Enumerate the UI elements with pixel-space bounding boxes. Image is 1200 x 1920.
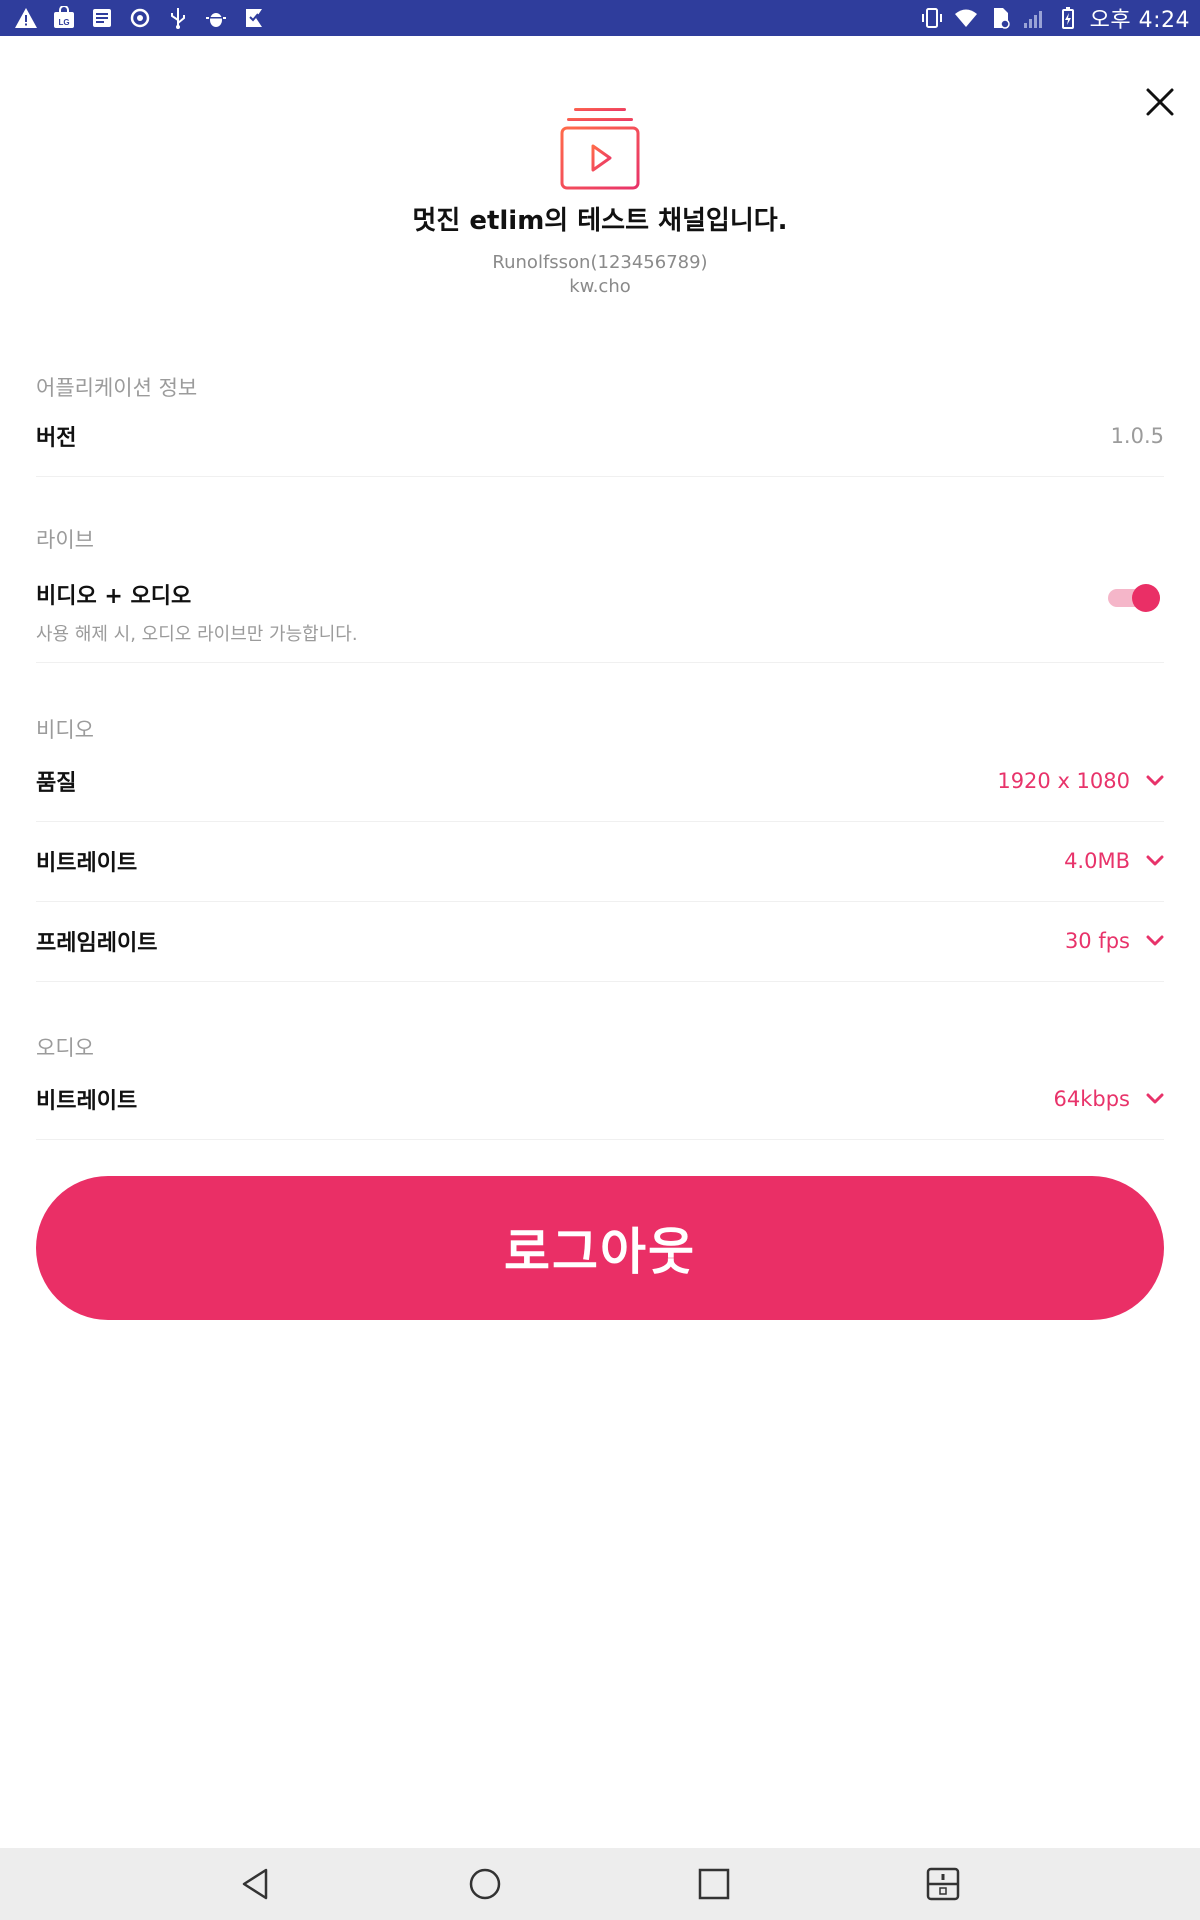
channel-title: 멋진 etlim의 테스트 채널입니다. xyxy=(412,206,788,236)
recents-icon xyxy=(698,1868,730,1900)
video-bitrate-dropdown[interactable]: 4.0MB xyxy=(1064,849,1164,873)
framerate-dropdown[interactable]: 30 fps xyxy=(1065,929,1164,953)
status-bar-system: 오후 4:24 xyxy=(920,0,1190,36)
back-icon xyxy=(242,1868,268,1900)
section-title-audio: 오디오 xyxy=(36,1036,94,1060)
audio-bitrate-dropdown[interactable]: 64kbps xyxy=(1054,1087,1164,1111)
video-audio-row: 비디오 + 오디오 사용 해제 시, 오디오 라이브만 가능합니다. xyxy=(36,562,1164,663)
document-icon xyxy=(90,6,114,30)
chevron-down-icon xyxy=(1146,775,1164,787)
video-bitrate-value: 4.0MB xyxy=(1064,849,1130,873)
video-audio-toggle[interactable] xyxy=(1104,580,1164,616)
video-bitrate-label: 비트레이트 xyxy=(36,851,138,876)
chevron-down-icon xyxy=(1146,855,1164,867)
lg-store-icon: LG xyxy=(52,6,76,30)
recents-button[interactable] xyxy=(692,1862,736,1906)
back-button[interactable] xyxy=(234,1862,278,1906)
warning-icon xyxy=(14,6,38,30)
framerate-value: 30 fps xyxy=(1064,929,1130,953)
usb-icon xyxy=(166,6,190,30)
split-screen-icon xyxy=(926,1867,960,1901)
close-icon xyxy=(1146,88,1174,116)
video-channel-icon xyxy=(560,106,640,190)
chevron-down-icon xyxy=(1146,1093,1164,1105)
vibrate-icon xyxy=(920,6,944,30)
sim-icon xyxy=(988,6,1012,30)
battery-icon xyxy=(1056,6,1080,30)
logout-button[interactable]: 로그아웃 xyxy=(36,1176,1164,1320)
framerate-row[interactable]: 프레임레이트 30 fps xyxy=(36,901,1164,982)
status-bar-notifications: LG xyxy=(0,0,266,36)
framerate-label: 프레임레이트 xyxy=(36,931,158,956)
chevron-down-icon xyxy=(1146,935,1164,947)
version-value: 1.0.5 xyxy=(1110,424,1164,448)
bookmark-check-icon xyxy=(242,6,266,30)
user-id: kw.cho xyxy=(569,276,631,297)
section-title-video: 비디오 xyxy=(36,718,94,742)
close-button[interactable] xyxy=(1138,80,1182,124)
home-icon xyxy=(469,1868,501,1900)
android-debug-icon xyxy=(204,6,228,30)
version-label: 버전 xyxy=(36,426,77,451)
status-time: 오후 4:24 xyxy=(1089,8,1190,33)
wifi-icon xyxy=(954,6,978,30)
navigation-bar xyxy=(0,1848,1200,1920)
video-bitrate-row[interactable]: 비트레이트 4.0MB xyxy=(36,821,1164,902)
sync-icon xyxy=(128,6,152,30)
quality-value: 1920 x 1080 xyxy=(997,769,1130,793)
home-button[interactable] xyxy=(463,1862,507,1906)
account-line: Runolfsson(123456789) xyxy=(492,252,708,273)
version-row: 버전 1.0.5 xyxy=(36,396,1164,477)
video-audio-hint: 사용 해제 시, 오디오 라이브만 가능합니다. xyxy=(36,624,358,645)
video-audio-label: 비디오 + 오디오 xyxy=(36,584,192,609)
split-screen-button[interactable] xyxy=(921,1862,965,1906)
status-bar: LG 오후 4:24 xyxy=(0,0,1200,36)
toggle-thumb xyxy=(1132,584,1160,612)
audio-bitrate-label: 비트레이트 xyxy=(36,1089,138,1114)
svg-text:LG: LG xyxy=(58,18,69,27)
quality-row[interactable]: 품질 1920 x 1080 xyxy=(36,741,1164,822)
quality-label: 품질 xyxy=(36,771,77,796)
audio-bitrate-row[interactable]: 비트레이트 64kbps xyxy=(36,1059,1164,1140)
quality-dropdown[interactable]: 1920 x 1080 xyxy=(997,769,1164,793)
signal-icon xyxy=(1022,6,1046,30)
section-title-live: 라이브 xyxy=(36,528,94,552)
audio-bitrate-value: 64kbps xyxy=(1053,1087,1130,1111)
